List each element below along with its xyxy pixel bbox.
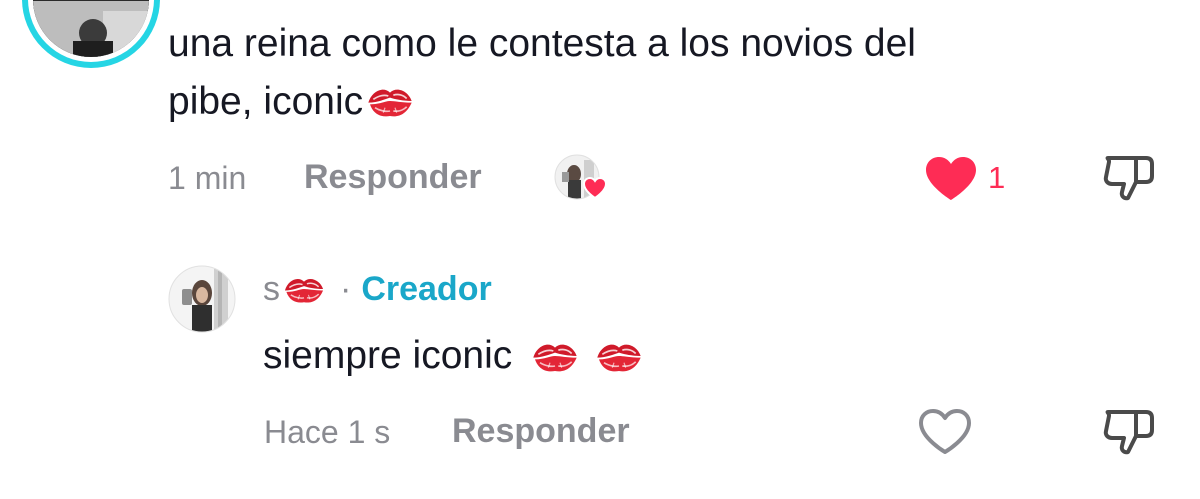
creator-avatar[interactable] [168, 265, 236, 333]
username[interactable]: s [263, 270, 280, 309]
kiss-mark-icon [530, 337, 580, 375]
heart-outline-icon [919, 409, 971, 454]
like-count: 1 [988, 160, 1006, 195]
creator-liked-indicator [554, 154, 610, 204]
separator-dot: · [340, 269, 352, 308]
comment-timestamp: 1 min [168, 160, 247, 196]
heart-filled-icon [926, 157, 976, 200]
comment-timestamp: Hace 1 s [264, 414, 391, 450]
kiss-mark-icon [282, 272, 326, 306]
kiss-mark-icon [594, 337, 644, 375]
dislike-button[interactable] [1102, 152, 1158, 204]
comment-text: pibe, iconic [168, 73, 415, 131]
thumbs-down-icon [1103, 410, 1154, 455]
heart-filled-icon [582, 176, 608, 200]
comment-author-row: s · Creador [263, 267, 492, 311]
comment-text: siempre iconic [263, 327, 644, 385]
like-button[interactable] [924, 156, 978, 202]
comment-text-line: pibe, iconic [168, 80, 364, 123]
dislike-button[interactable] [1102, 406, 1158, 458]
reply-button[interactable]: Responder [452, 412, 630, 451]
commenter-avatar [33, 0, 149, 57]
comment-text: una reina como le contesta a los novios … [168, 15, 916, 73]
commenter-avatar-story-ring[interactable] [22, 0, 160, 68]
creator-badge: Creador [361, 269, 492, 308]
kiss-mark-icon [365, 82, 415, 120]
thumbs-down-icon [1103, 156, 1154, 201]
comment-text-line: siempre iconic [263, 334, 513, 377]
comment-text-line: una reina como le contesta a los novios … [168, 22, 916, 65]
reply-button[interactable]: Responder [304, 158, 482, 197]
like-button[interactable] [918, 408, 972, 456]
